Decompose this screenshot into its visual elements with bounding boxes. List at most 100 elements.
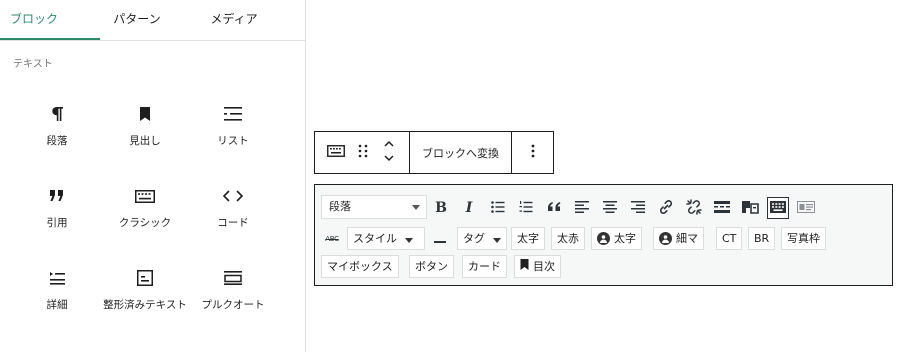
link-icon	[658, 199, 674, 218]
user-circle-icon	[597, 232, 610, 245]
move-block-buttons[interactable]	[377, 132, 401, 173]
quote-icon	[12, 184, 102, 208]
tab-media[interactable]: メディア	[194, 0, 274, 41]
tag-dropdown[interactable]: タグ	[457, 227, 507, 250]
my-box-button[interactable]: マイボックス	[321, 255, 399, 278]
photo-frame-button[interactable]: 写真枠	[781, 227, 826, 250]
bullet-list-icon	[491, 200, 505, 216]
keyboard-icon	[100, 184, 190, 208]
chevron-down-icon	[493, 237, 501, 243]
block-label: 詳細	[46, 299, 68, 311]
block-type-button[interactable]	[321, 132, 351, 173]
read-more-button[interactable]	[711, 197, 733, 219]
button-label: 目次	[533, 260, 555, 273]
align-left-button[interactable]	[571, 197, 593, 219]
keyboard-icon	[327, 145, 345, 160]
horizontal-line-button[interactable]	[429, 227, 451, 250]
table-of-contents-button[interactable]: 目次	[514, 255, 561, 278]
align-center-button[interactable]	[599, 197, 621, 219]
list-icon	[188, 102, 278, 126]
chevron-down-icon	[412, 205, 420, 210]
tab-patterns[interactable]: パターン	[100, 0, 174, 41]
button-label: 太字	[614, 232, 636, 245]
block-item-details[interactable]: 詳細	[12, 266, 102, 336]
transform-to-blocks-button[interactable]: ブロックへ変換	[410, 132, 511, 173]
block-toolbar: ブロックへ変換	[314, 131, 554, 174]
move-up-down-icon	[383, 139, 395, 166]
bold-button[interactable]: B	[430, 197, 452, 219]
read-more-icon	[714, 200, 730, 216]
paragraph-icon	[12, 102, 102, 126]
block-label: 見出し	[129, 135, 161, 147]
block-label: リスト	[217, 135, 249, 147]
block-label: 段落	[46, 135, 68, 147]
horizontal-line-icon	[434, 232, 446, 246]
preformatted-icon	[100, 266, 190, 290]
link-button[interactable]	[655, 197, 677, 219]
block-item-list[interactable]: リスト	[188, 102, 278, 172]
html-block-button[interactable]	[795, 197, 817, 219]
bold-text-button[interactable]: 太字	[511, 227, 545, 250]
user-circle-icon	[659, 232, 672, 245]
drag-handle-button[interactable]	[353, 132, 373, 173]
br-button[interactable]: BR	[748, 227, 776, 250]
unlink-button[interactable]	[683, 197, 705, 219]
bullet-list-button[interactable]	[487, 197, 509, 219]
bookmark-icon	[520, 256, 529, 277]
block-item-preformatted[interactable]: 整形済みテキスト	[100, 266, 190, 336]
bold-icon: B	[435, 200, 447, 216]
active-tab-indicator	[0, 38, 100, 40]
align-right-icon	[631, 200, 645, 216]
block-inserter-panel: ブロック パターン メディア テキスト 段落 見出し リスト 引用 クラシック	[0, 0, 306, 352]
blockquote-icon	[547, 201, 561, 215]
bold-red-button[interactable]: 太赤	[551, 227, 585, 250]
block-item-pullquote[interactable]: プルクオート	[188, 266, 278, 336]
strikethrough-button[interactable]: ABC	[321, 227, 343, 250]
tab-blocks[interactable]: ブロック	[0, 0, 68, 41]
align-center-icon	[603, 200, 617, 216]
block-label: 整形済みテキスト	[103, 299, 187, 311]
block-item-paragraph[interactable]: 段落	[12, 102, 102, 172]
category-heading: テキスト	[13, 59, 53, 70]
blockquote-button[interactable]	[543, 197, 565, 219]
drag-handle-icon	[358, 144, 368, 161]
button-label: 細マ	[676, 232, 698, 245]
inserter-tabs: ブロック パターン メディア	[0, 0, 305, 41]
code-icon	[188, 184, 278, 208]
classic-editor-toolbar: 段落 B I ABC スタイル タグ 太字 太赤 太字 細マ CT BR 写真枠…	[314, 184, 893, 286]
block-label: プルクオート	[201, 299, 265, 311]
block-label: クラシック	[118, 217, 172, 229]
bookmark-icon	[100, 102, 190, 126]
toolbar-toggle-icon	[770, 200, 786, 216]
unlink-icon	[686, 198, 702, 218]
numbered-list-icon	[519, 200, 533, 216]
more-options-button[interactable]	[512, 132, 553, 173]
block-item-classic[interactable]: クラシック	[100, 184, 190, 254]
card-button[interactable]: カード	[462, 255, 507, 278]
block-item-quote[interactable]: 引用	[12, 184, 102, 254]
paste-text-icon	[741, 200, 759, 217]
button-button[interactable]: ボタン	[409, 255, 454, 278]
format-select-value: 段落	[329, 200, 351, 213]
style-dropdown[interactable]: スタイル	[347, 227, 425, 250]
block-item-heading[interactable]: 見出し	[100, 102, 190, 172]
toolbar-toggle-button[interactable]	[767, 197, 789, 219]
italic-button[interactable]: I	[458, 197, 480, 219]
details-icon	[12, 266, 102, 290]
ct-button[interactable]: CT	[716, 227, 743, 250]
style-dropdown-label: スタイル	[353, 232, 397, 245]
block-item-code[interactable]: コード	[188, 184, 278, 254]
format-select[interactable]: 段落	[321, 195, 427, 219]
align-right-button[interactable]	[627, 197, 649, 219]
html-block-icon	[797, 200, 815, 216]
pullquote-icon	[188, 266, 278, 290]
chevron-down-icon	[405, 237, 413, 243]
numbered-list-button[interactable]	[515, 197, 537, 219]
paste-text-button[interactable]	[739, 197, 761, 219]
more-options-icon	[531, 144, 535, 161]
strikethrough-icon: ABC	[325, 234, 339, 243]
italic-icon: I	[465, 200, 473, 216]
user-bold-button[interactable]: 太字	[591, 227, 642, 250]
align-left-icon	[575, 200, 589, 216]
user-thin-marker-button[interactable]: 細マ	[653, 227, 704, 250]
